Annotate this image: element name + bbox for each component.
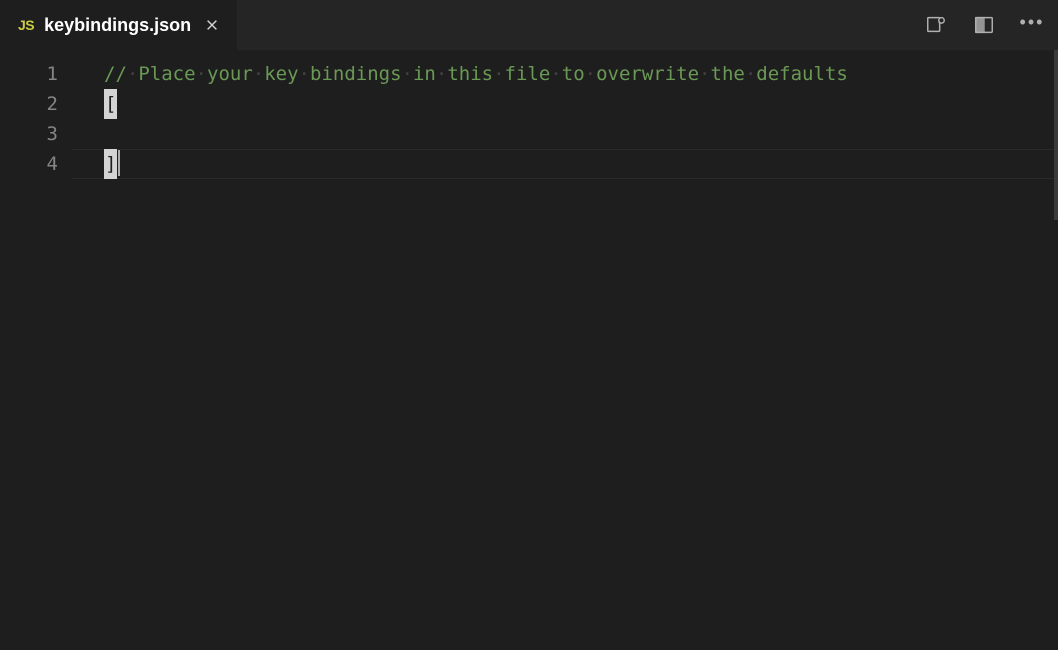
tab-keybindings[interactable]: JS keybindings.json [0, 0, 238, 50]
code-area[interactable]: //·Place·your·key·bindings·in·this·file·… [72, 50, 1058, 650]
comment-token: //·Place·your·key·bindings·in·this·file·… [104, 63, 848, 85]
tab-label: keybindings.json [44, 15, 191, 36]
more-actions-icon[interactable]: ••• [1016, 9, 1048, 41]
split-editor-icon[interactable] [968, 9, 1000, 41]
code-line[interactable]: [ [104, 89, 1058, 119]
open-changes-icon[interactable] [920, 9, 952, 41]
code-line[interactable]: //·Place·your·key·bindings·in·this·file·… [104, 59, 1058, 89]
code-editor[interactable]: 1 2 3 4 //·Place·your·key·bindings·in·th… [0, 50, 1058, 650]
editor-window: JS keybindings.json [0, 0, 1058, 650]
scrollbar-thumb[interactable] [1054, 50, 1058, 220]
code-line[interactable]: ] [104, 149, 1058, 179]
close-icon[interactable] [201, 14, 223, 36]
js-file-icon: JS [18, 17, 34, 33]
editor-actions: ••• [920, 9, 1058, 41]
line-number: 1 [0, 59, 72, 89]
code-line[interactable] [104, 119, 1058, 149]
line-number: 3 [0, 119, 72, 149]
bracket-open: [ [104, 89, 117, 119]
line-number: 2 [0, 89, 72, 119]
line-number: 4 [0, 149, 72, 179]
bracket-close: ] [104, 149, 117, 179]
line-number-gutter: 1 2 3 4 [0, 50, 72, 650]
tab-bar: JS keybindings.json [0, 0, 1058, 50]
text-cursor [118, 150, 120, 176]
